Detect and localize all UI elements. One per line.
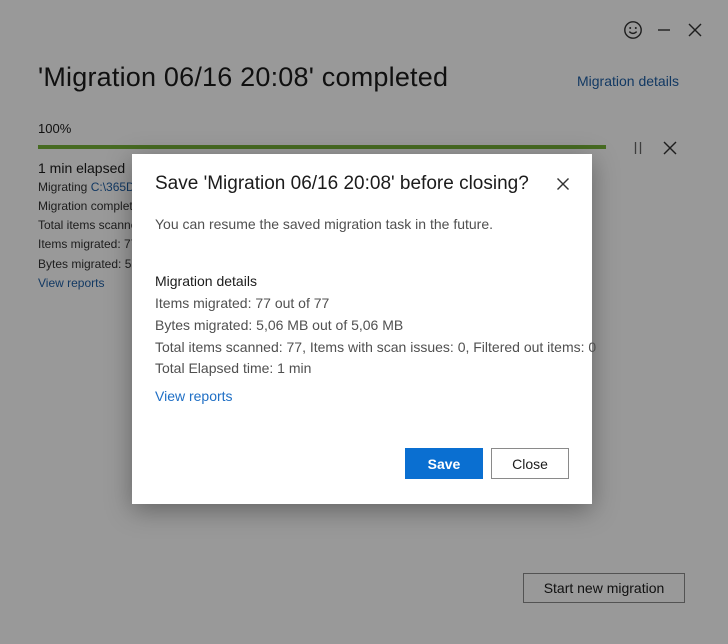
dialog-view-reports-link[interactable]: View reports <box>155 388 233 404</box>
detail-bytes-migrated: Bytes migrated: 5,06 MB out of 5,06 MB <box>155 317 404 333</box>
detail-items-scanned: Total items scanned: 77, Items with scan… <box>155 339 597 355</box>
save-before-closing-dialog: Save 'Migration 06/16 20:08' before clos… <box>132 154 596 504</box>
dialog-description: You can resume the saved migration task … <box>155 216 494 232</box>
dialog-close-icon[interactable] <box>555 176 571 192</box>
detail-items-migrated: Items migrated: 77 out of 77 <box>155 295 330 311</box>
save-button[interactable]: Save <box>405 448 483 479</box>
detail-elapsed-time: Total Elapsed time: 1 min <box>155 360 312 376</box>
close-button[interactable]: Close <box>491 448 569 479</box>
migration-details-heading: Migration details <box>155 273 257 289</box>
dialog-title: Save 'Migration 06/16 20:08' before clos… <box>155 173 529 194</box>
